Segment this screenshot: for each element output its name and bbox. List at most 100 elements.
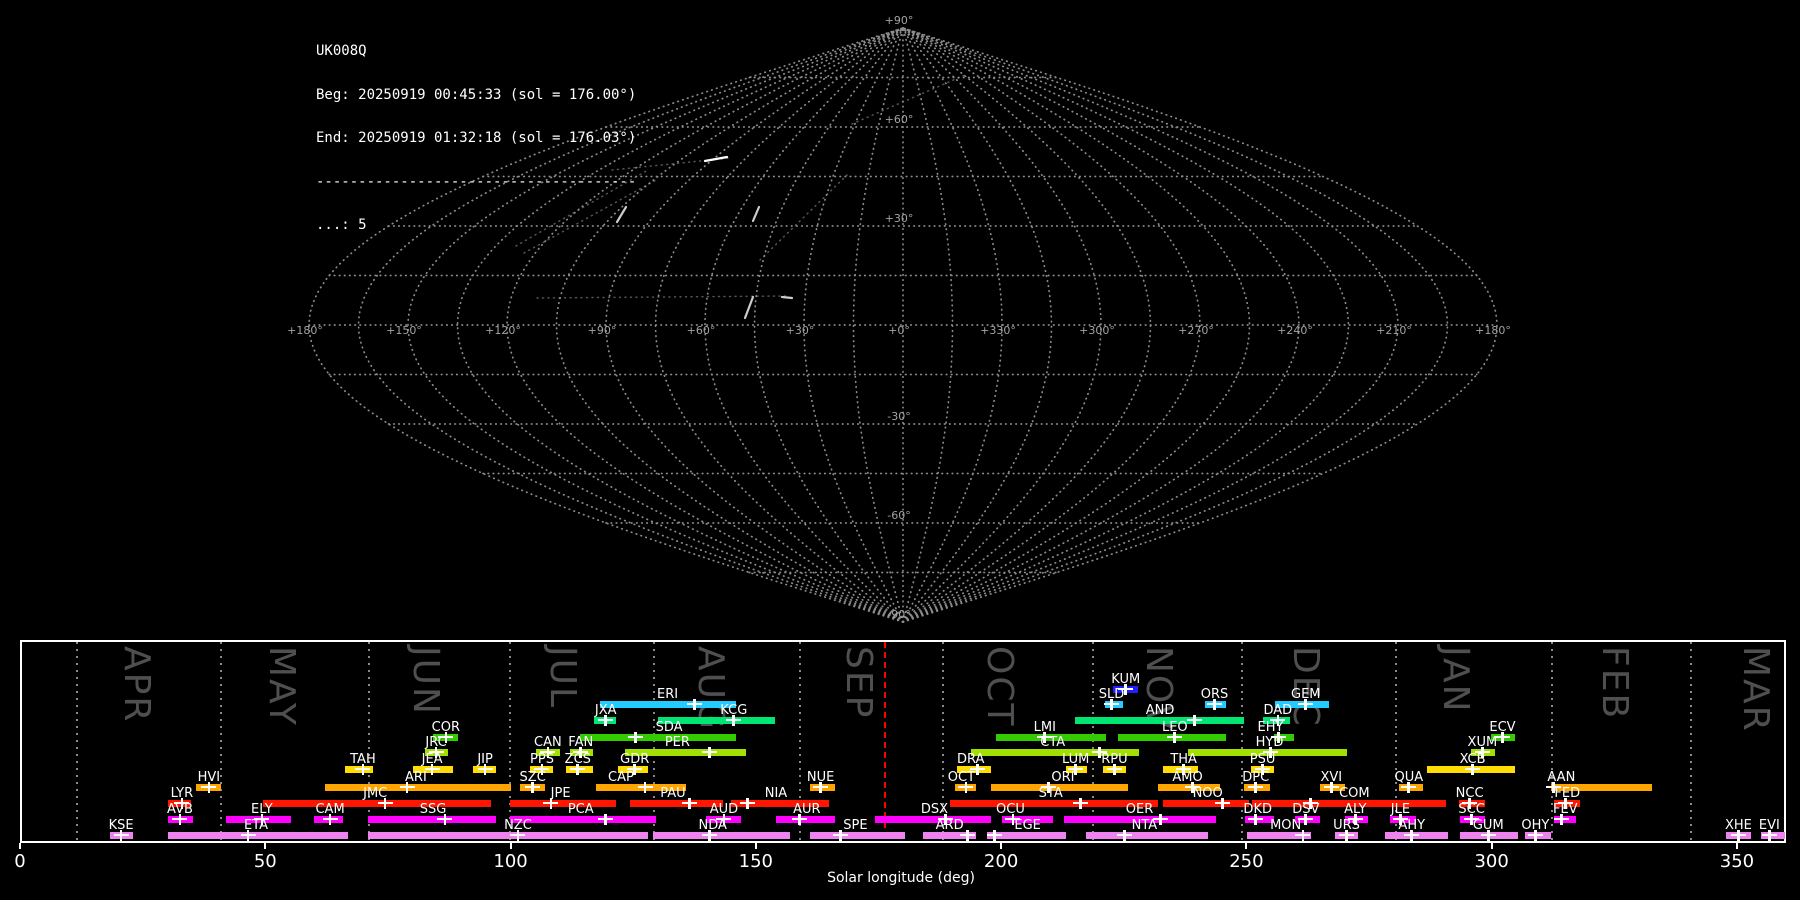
shower-label: SCC xyxy=(1458,802,1485,817)
shower-peak-marker xyxy=(687,698,703,710)
map-grid-label: -90° xyxy=(887,608,910,621)
shower-label: JMC xyxy=(363,786,388,801)
session-begin: Beg: 20250919 00:45:33 (sol = 176.00°) xyxy=(316,86,637,103)
shower-label: NIA xyxy=(764,786,788,801)
shower-label: GUM xyxy=(1472,818,1504,833)
shower-label: NDA xyxy=(698,818,727,833)
axis-tick-label: 250 xyxy=(1229,851,1264,872)
shower-label: ELY xyxy=(251,802,273,817)
shower-label: DRA xyxy=(957,752,985,767)
shower-label: CTA xyxy=(1040,735,1066,750)
shower-label: PSU xyxy=(1249,752,1276,767)
shower-label: NCC xyxy=(1455,786,1484,801)
map-grid-label: +30° xyxy=(885,212,914,225)
shower-label: JRC xyxy=(425,735,447,750)
session-info-header: UK008Q Beg: 20250919 00:45:33 (sol = 176… xyxy=(316,15,636,262)
shower-label: RPU xyxy=(1101,752,1128,767)
shower-label: CAM xyxy=(315,802,345,817)
map-grid-label: +120° xyxy=(485,324,521,337)
month-separator xyxy=(509,642,512,841)
shower-peak-marker xyxy=(702,746,718,758)
shower-label: JEA xyxy=(421,752,443,767)
shower-label: LMI xyxy=(1033,720,1056,735)
map-grid-label: +0° xyxy=(888,324,910,337)
shower-peak-marker xyxy=(740,797,756,809)
shower-label: ERI xyxy=(657,687,679,702)
axis-tick-label: 0 xyxy=(14,851,26,872)
shower-label: AUD xyxy=(709,802,739,817)
session-end: End: 20250919 01:32:18 (sol = 176.03°) xyxy=(316,130,637,146)
month-separator xyxy=(1240,642,1243,841)
shower-label: SLD xyxy=(1098,687,1125,702)
x-axis-title: Solar longitude (deg) xyxy=(827,870,975,886)
shower-label: AAN xyxy=(1547,770,1576,785)
shower-label: PER xyxy=(664,735,690,750)
shower-label: DPC xyxy=(1242,770,1270,785)
shower-label: LUM xyxy=(1062,752,1090,767)
shower-peak-marker xyxy=(1073,797,1089,809)
shower-label: DAD xyxy=(1263,703,1293,718)
map-grid-label: +300° xyxy=(1079,324,1115,337)
shower-label: THA xyxy=(1170,752,1197,767)
shower-label: GDR xyxy=(620,752,650,767)
shower-label: LEO xyxy=(1161,720,1188,735)
map-grid-label: +150° xyxy=(386,324,422,337)
shower-peak-marker xyxy=(987,829,1003,841)
shower-label: TAH xyxy=(350,752,376,767)
meteor-trail xyxy=(703,155,729,163)
axis-tick-label: 350 xyxy=(1719,851,1755,872)
shower-peak-marker xyxy=(1117,829,1133,841)
map-grid-label: +60° xyxy=(885,113,914,126)
axis-tick-label: 200 xyxy=(983,851,1019,872)
shower-label: CAN xyxy=(534,735,562,750)
axis-tick xyxy=(19,843,21,849)
station-id: UK008Q xyxy=(316,43,367,59)
axis-tick xyxy=(1490,843,1493,849)
shower-label: PPS xyxy=(530,752,554,767)
map-grid-label: +210° xyxy=(1376,324,1412,337)
shower-label: EVI xyxy=(1758,818,1780,833)
meteor-count: ...: 5 xyxy=(316,217,367,233)
shower-label: XUM xyxy=(1467,735,1498,750)
axis-tick xyxy=(264,843,267,849)
shower-label: KCG xyxy=(720,703,748,718)
shower-label: NZC xyxy=(504,818,532,833)
map-grid-label: +30° xyxy=(786,324,815,337)
shower-label: EHY xyxy=(1257,720,1284,735)
month-separator xyxy=(75,642,78,841)
month-label: JAN xyxy=(1434,646,1476,714)
shower-label: OCT xyxy=(947,770,976,785)
meteor-trail xyxy=(780,295,794,300)
current-sol-line xyxy=(884,642,887,841)
shower-label: KSE xyxy=(108,818,134,833)
month-separator xyxy=(1690,642,1693,841)
map-grid-label: +240° xyxy=(1277,324,1313,337)
month-label: SEP xyxy=(838,646,880,720)
month-separator xyxy=(1091,642,1094,841)
month-separator xyxy=(220,642,223,841)
map-grid-label: +90° xyxy=(588,324,617,337)
shower-label: PAU xyxy=(660,786,686,801)
shower-activity-plot: APR MAY JUN JUL AUG SEP OCT NOV DEC JAN FEB MAR KUM E… xyxy=(20,640,1786,843)
shower-label: ECV xyxy=(1489,720,1516,735)
axis-tick xyxy=(509,843,512,849)
month-label: OCT xyxy=(979,646,1021,728)
axis-tick xyxy=(1000,843,1003,849)
shower-label: OCU xyxy=(996,802,1025,817)
month-separator xyxy=(367,642,370,841)
month-label: MAR xyxy=(1734,646,1776,733)
shower-label: JIP xyxy=(477,752,493,767)
axis-tick-label: 300 xyxy=(1474,851,1509,872)
shower-label: DKD xyxy=(1243,802,1272,817)
shower-peak-marker xyxy=(598,813,614,825)
shower-label: PCA xyxy=(567,802,594,817)
shower-label: AMO xyxy=(1172,770,1203,785)
shower-label: HVI xyxy=(197,770,221,785)
shower-label: ARD xyxy=(935,818,964,833)
shower-label: AUR xyxy=(793,802,821,817)
shower-label: ETA xyxy=(243,818,269,833)
axis-tick-label: 50 xyxy=(253,851,277,872)
shower-label: ALY xyxy=(1344,802,1367,817)
meteor-trail xyxy=(743,295,755,320)
map-grid-label: +270° xyxy=(1178,324,1214,337)
